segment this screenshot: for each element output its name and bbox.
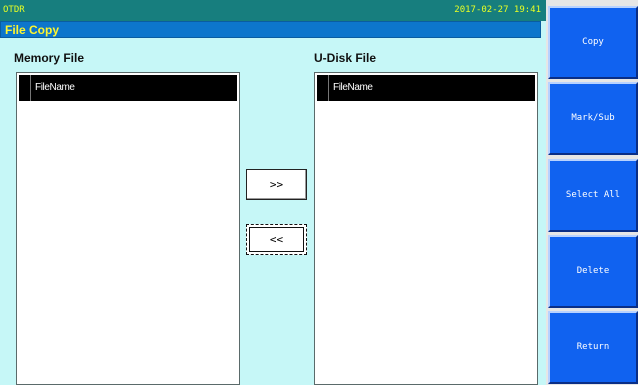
memory-list-header: FileName — [19, 75, 237, 101]
softkey-panel: Copy Mark/Sub Select All Delete Return — [546, 0, 638, 385]
udisk-file-list[interactable]: FileName — [314, 72, 538, 385]
copy-to-memory-button[interactable]: << — [246, 224, 307, 255]
main-screen: OTDR 2017-02-27 19:41 File Copy Memory F… — [0, 0, 546, 385]
filename-column-header: FileName — [35, 82, 75, 93]
delete-softkey[interactable]: Delete — [548, 235, 638, 308]
udisk-list-header: FileName — [317, 75, 535, 101]
memory-file-label: Memory File — [14, 51, 85, 65]
udisk-file-label: U-Disk File — [314, 51, 377, 65]
copy-to-udisk-button[interactable]: >> — [246, 169, 307, 200]
copy-softkey[interactable]: Copy — [548, 6, 638, 79]
status-bar: OTDR 2017-02-27 19:41 — [0, 0, 546, 21]
page-title: File Copy — [0, 21, 541, 38]
return-softkey[interactable]: Return — [548, 311, 638, 384]
memory-file-list[interactable]: FileName — [16, 72, 240, 385]
mark-sub-softkey[interactable]: Mark/Sub — [548, 82, 638, 155]
select-column — [317, 75, 329, 101]
app-name: OTDR — [3, 5, 25, 15]
date-time: 2017-02-27 19:41 — [454, 5, 541, 15]
select-column — [19, 75, 31, 101]
select-all-softkey[interactable]: Select All — [548, 159, 638, 232]
filename-column-header: FileName — [333, 82, 373, 93]
